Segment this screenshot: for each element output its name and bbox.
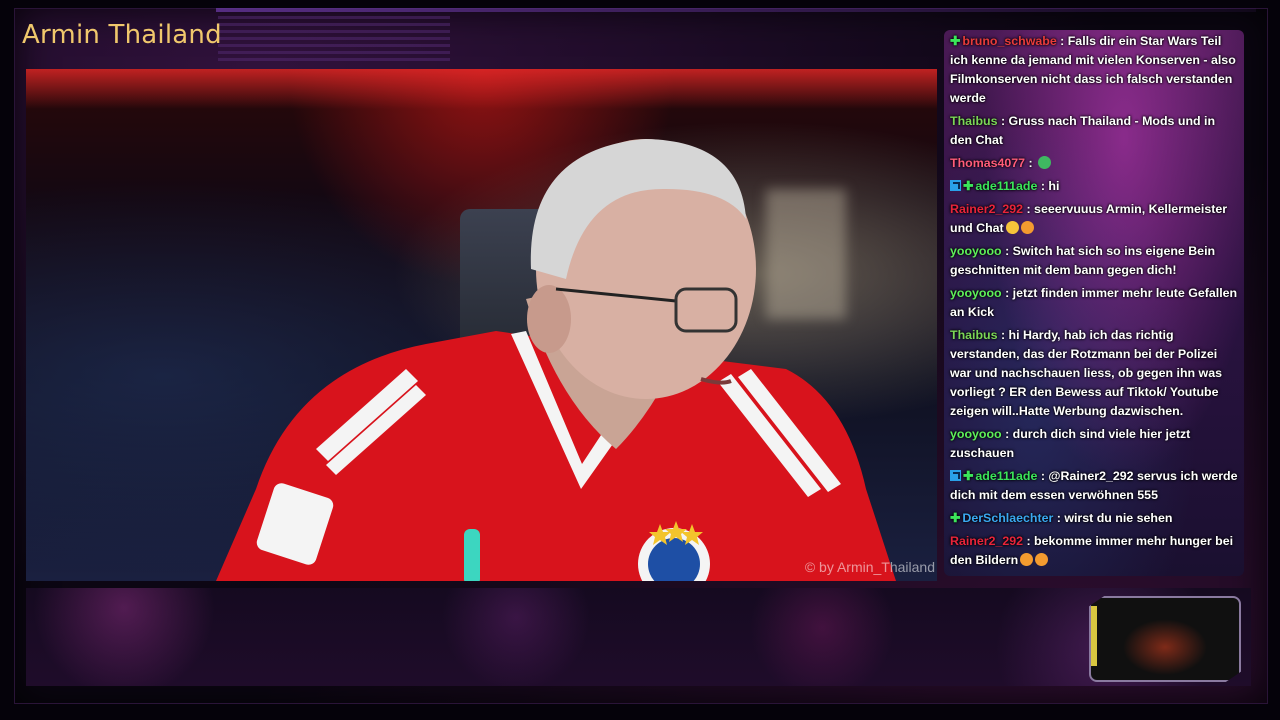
- mod-badge-icon[interactable]: [950, 470, 961, 481]
- chat-separator: :: [1023, 534, 1035, 548]
- chat-username[interactable]: Rainer2_292: [950, 202, 1023, 216]
- chat-username[interactable]: DerSchlaechter: [962, 511, 1053, 525]
- chat-message: ✚ bruno_schwabe : Falls dir ein Star Wars…: [944, 30, 1244, 110]
- video-feed[interactable]: © by Armin_Thailand: [26, 69, 937, 581]
- chat-message: ✚ DerSchlaechter : wirst du nie sehen: [944, 507, 1244, 530]
- chat-username[interactable]: yooyooo: [950, 286, 1002, 300]
- sub-badge-icon[interactable]: ✚: [950, 34, 960, 48]
- chat-username[interactable]: Thaibus: [950, 328, 998, 342]
- channel-title: Armin Thailand: [22, 20, 222, 50]
- sub-badge-icon[interactable]: ✚: [963, 179, 973, 193]
- chat-message: Rainer2_292 : seeervuuus Armin, Kellerme…: [944, 198, 1244, 240]
- chat-separator: :: [1037, 179, 1049, 193]
- chat-separator: :: [1001, 244, 1013, 258]
- chat-username[interactable]: Thaibus: [950, 114, 998, 128]
- emote-icon: [1020, 553, 1034, 566]
- chat-message: yooyooo : jetzt finden immer mehr leute …: [944, 282, 1244, 324]
- chat-username[interactable]: yooyooo: [950, 427, 1002, 441]
- chat-username[interactable]: Thomas4077: [950, 156, 1025, 170]
- chat-panel[interactable]: ✚ bruno_schwabe : Falls dir ein Star Wars…: [944, 30, 1244, 576]
- chat-separator: :: [1053, 511, 1065, 525]
- decorative-top-stripe: [216, 8, 1256, 12]
- chat-username[interactable]: Rainer2_292: [950, 534, 1023, 548]
- emote-icon: [1035, 553, 1049, 566]
- camera-frame-accent: [1091, 606, 1097, 666]
- chat-text: wirst du nie sehen: [1064, 511, 1173, 525]
- emote-icon: [1038, 156, 1052, 169]
- chat-separator: :: [1001, 286, 1013, 300]
- chat-message: ✚ ade111ade : @Rainer2_292 servus ich wer…: [944, 465, 1244, 507]
- mod-badge-icon[interactable]: [950, 180, 961, 191]
- secondary-camera-preview[interactable]: [1089, 596, 1241, 682]
- chat-username[interactable]: ade111ade: [975, 179, 1037, 193]
- chat-separator: :: [997, 114, 1009, 128]
- chat-username[interactable]: yooyooo: [950, 244, 1002, 258]
- chat-message: Thomas4077 :: [944, 152, 1244, 175]
- chat-separator: :: [997, 328, 1009, 342]
- chat-message: ✚ ade111ade : hi: [944, 175, 1244, 198]
- chat-message: Thaibus : Gruss nach Thailand - Mods und…: [944, 110, 1244, 152]
- chat-separator: :: [1023, 202, 1035, 216]
- emote-icon: [1005, 221, 1019, 234]
- sub-badge-icon[interactable]: ✚: [950, 511, 960, 525]
- chat-message: Thaibus : hi Hardy, hab ich das richtig …: [944, 324, 1244, 423]
- emote-icon: [1020, 221, 1034, 234]
- chat-text: hi: [1048, 179, 1060, 193]
- chat-username[interactable]: bruno_schwabe: [962, 34, 1056, 48]
- sub-badge-icon[interactable]: ✚: [963, 469, 973, 483]
- streamer-figure: [216, 139, 896, 581]
- chat-message: yooyooo : durch dich sind viele hier jet…: [944, 423, 1244, 465]
- bottom-decorative-strip: [26, 588, 1251, 686]
- video-watermark: © by Armin_Thailand: [804, 559, 935, 575]
- chat-username[interactable]: ade111ade: [975, 469, 1037, 483]
- chat-separator: :: [1025, 156, 1037, 170]
- chat-separator: :: [1001, 427, 1013, 441]
- chat-separator: :: [1056, 34, 1068, 48]
- chat-separator: :: [1037, 469, 1049, 483]
- chat-message: yooyooo : Switch hat sich so ins eigene …: [944, 240, 1244, 282]
- chat-message: Rainer2_292 : bekomme immer mehr hunger …: [944, 530, 1244, 572]
- decorative-title-stripes: [218, 16, 450, 62]
